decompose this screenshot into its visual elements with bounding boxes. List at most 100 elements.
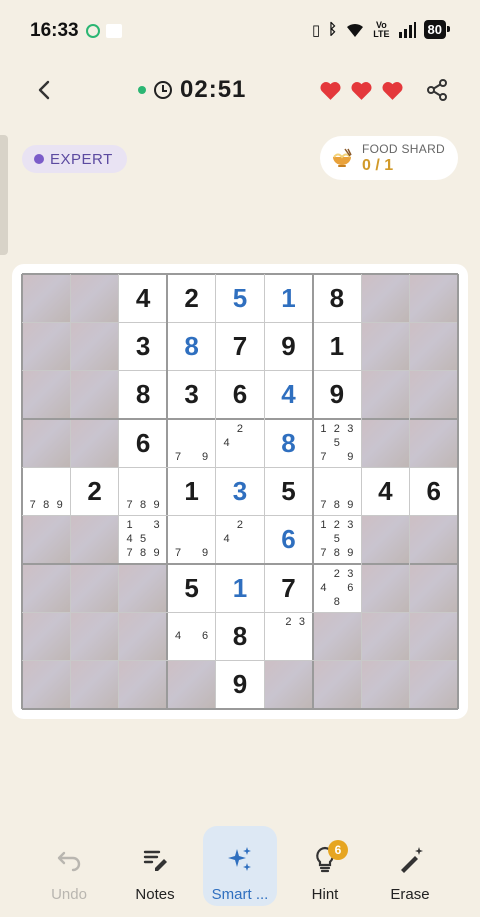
sudoku-cell[interactable]: 9 <box>312 370 362 419</box>
locked-cell[interactable] <box>22 274 71 323</box>
sudoku-cell[interactable]: 6 <box>264 515 313 564</box>
game-timer[interactable]: 02:51 <box>138 76 246 104</box>
locked-cell[interactable] <box>118 612 168 661</box>
sudoku-cell[interactable]: 24 <box>215 419 265 468</box>
locked-cell[interactable] <box>409 515 458 564</box>
locked-cell[interactable] <box>70 274 119 323</box>
lives <box>318 78 405 103</box>
locked-cell[interactable] <box>361 660 410 709</box>
erase-button[interactable]: Erase <box>373 826 447 906</box>
locked-cell[interactable] <box>409 612 458 661</box>
status-icons: ▯ ᛒ Vo LTE 80 <box>312 20 451 39</box>
sudoku-cell[interactable]: 6 <box>118 419 168 468</box>
locked-cell[interactable] <box>70 419 119 468</box>
sudoku-cell[interactable]: 5 <box>264 467 313 516</box>
sudoku-cell[interactable]: 8 <box>118 370 168 419</box>
sudoku-cell[interactable]: 3 <box>167 370 216 419</box>
pencil-notes: 24 <box>220 519 260 561</box>
locked-cell[interactable] <box>409 322 458 371</box>
locked-cell[interactable] <box>409 419 458 468</box>
locked-cell[interactable] <box>361 612 410 661</box>
sudoku-cell[interactable]: 9 <box>215 660 265 709</box>
locked-cell[interactable] <box>118 564 168 613</box>
smart-button[interactable]: Smart ... <box>203 826 277 906</box>
locked-cell[interactable] <box>118 660 168 709</box>
sudoku-cell[interactable]: 1 <box>264 274 313 323</box>
sudoku-cell[interactable]: 8 <box>167 322 216 371</box>
scroll-edge[interactable] <box>0 135 8 255</box>
locked-cell[interactable] <box>22 612 71 661</box>
notes-button[interactable]: Notes <box>118 826 192 906</box>
note-digit: 9 <box>153 547 160 560</box>
sudoku-cell[interactable]: 4 <box>264 370 313 419</box>
note-digit: 1 <box>320 422 327 435</box>
locked-cell[interactable] <box>70 322 119 371</box>
locked-cell[interactable] <box>22 370 71 419</box>
locked-cell[interactable] <box>361 322 410 371</box>
undo-button[interactable]: Undo <box>32 826 106 906</box>
sudoku-cell[interactable]: 6 <box>409 467 458 516</box>
locked-cell[interactable] <box>312 660 362 709</box>
sudoku-cell[interactable]: 7 <box>264 564 313 613</box>
entered-digit: 4 <box>281 379 296 410</box>
sudoku-cell[interactable]: 1 3 45789 <box>118 515 168 564</box>
locked-cell[interactable] <box>70 370 119 419</box>
sudoku-cell[interactable]: 2 <box>70 467 119 516</box>
sudoku-cell[interactable]: 1 <box>312 322 362 371</box>
locked-cell[interactable] <box>361 515 410 564</box>
sudoku-cell[interactable]: 3 <box>118 322 168 371</box>
share-button[interactable] <box>425 78 449 102</box>
sudoku-cell[interactable]: 4 <box>361 467 410 516</box>
locked-cell[interactable] <box>361 564 410 613</box>
locked-cell[interactable] <box>409 564 458 613</box>
locked-cell[interactable] <box>167 660 216 709</box>
locked-cell[interactable] <box>70 612 119 661</box>
locked-cell[interactable] <box>70 660 119 709</box>
food-shard-badge[interactable]: FOOD SHARD 0 / 1 <box>320 136 458 180</box>
sudoku-cell[interactable]: 7 <box>215 322 265 371</box>
sudoku-cell[interactable]: 23 <box>264 612 313 661</box>
sudoku-cell[interactable]: 2 <box>167 274 216 323</box>
sudoku-cell[interactable]: 789 <box>22 467 71 516</box>
sudoku-cell[interactable]: 9 <box>264 322 313 371</box>
sudoku-cell[interactable]: 6 <box>215 370 265 419</box>
sudoku-cell[interactable]: 24 <box>215 515 265 564</box>
sudoku-cell[interactable]: 789 <box>312 467 362 516</box>
locked-cell[interactable] <box>409 660 458 709</box>
sudoku-cell[interactable]: 79 <box>167 515 216 564</box>
locked-cell[interactable] <box>361 274 410 323</box>
sudoku-cell[interactable]: 23 4 68 <box>312 564 362 613</box>
locked-cell[interactable] <box>22 515 71 564</box>
locked-cell[interactable] <box>70 515 119 564</box>
sudoku-cell[interactable]: 79 <box>167 419 216 468</box>
sudoku-cell[interactable]: 8 <box>215 612 265 661</box>
locked-cell[interactable] <box>264 660 313 709</box>
sudoku-cell[interactable]: 1235789 <box>312 515 362 564</box>
locked-cell[interactable] <box>22 564 71 613</box>
locked-cell[interactable] <box>361 370 410 419</box>
grid-line <box>409 274 411 709</box>
locked-cell[interactable] <box>361 419 410 468</box>
sudoku-cell[interactable]: 5 <box>215 274 265 323</box>
locked-cell[interactable] <box>22 419 71 468</box>
locked-cell[interactable] <box>409 370 458 419</box>
sudoku-cell[interactable]: 3 <box>215 467 265 516</box>
sudoku-cell[interactable]: 789 <box>118 467 168 516</box>
sudoku-cell[interactable]: 4 <box>118 274 168 323</box>
locked-cell[interactable] <box>70 564 119 613</box>
sudoku-cell[interactable]: 8 <box>264 419 313 468</box>
sudoku-cell[interactable]: 1 <box>215 564 265 613</box>
locked-cell[interactable] <box>409 274 458 323</box>
grid-line <box>118 274 120 709</box>
back-button[interactable] <box>30 76 58 104</box>
sudoku-cell[interactable]: 46 <box>167 612 216 661</box>
hint-button[interactable]: 6 Hint <box>288 826 362 906</box>
sudoku-cell[interactable]: 12357 9 <box>312 419 362 468</box>
sudoku-cell[interactable]: 1 <box>167 467 216 516</box>
sudoku-cell[interactable]: 5 <box>167 564 216 613</box>
sudoku-cell[interactable]: 8 <box>312 274 362 323</box>
given-digit: 8 <box>232 620 248 651</box>
locked-cell[interactable] <box>312 612 362 661</box>
locked-cell[interactable] <box>22 322 71 371</box>
locked-cell[interactable] <box>22 660 71 709</box>
